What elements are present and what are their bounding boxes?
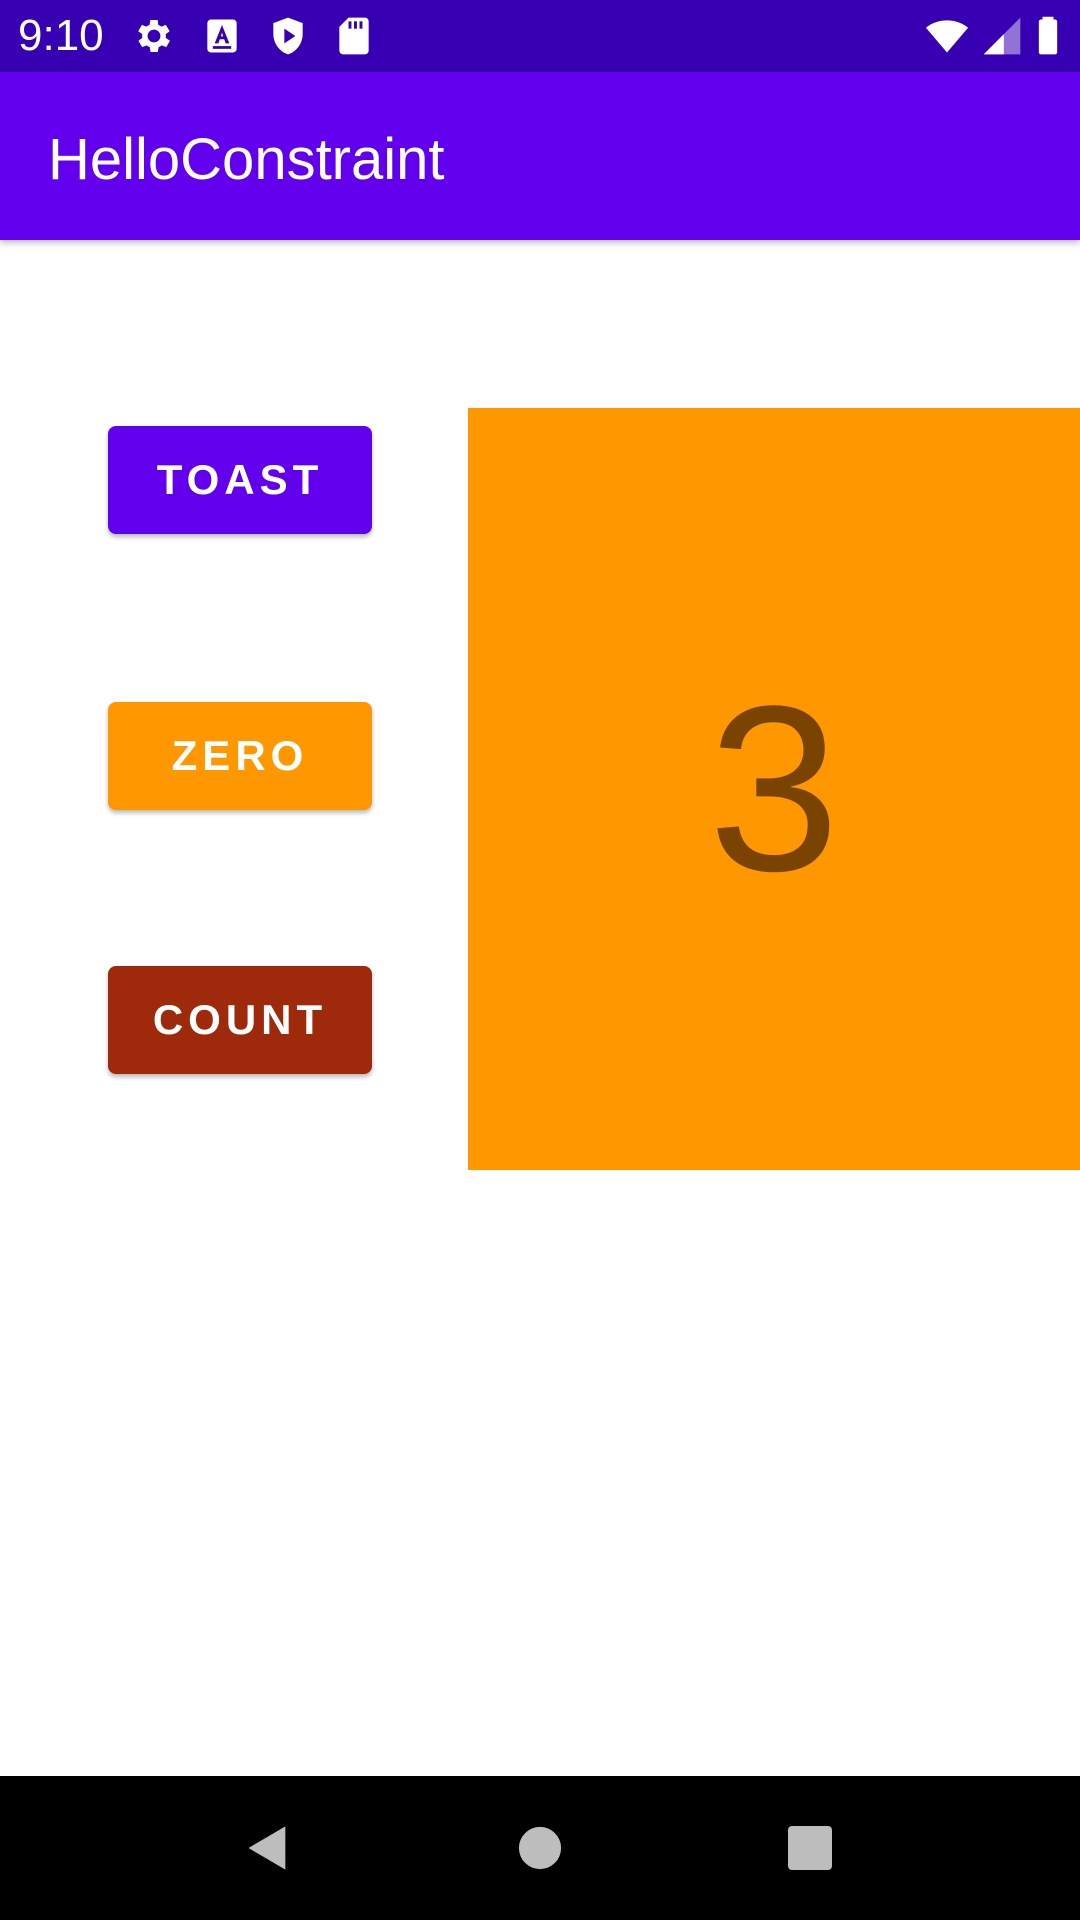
navigation-bar <box>0 1776 1080 1920</box>
count-display: 3 <box>468 408 1080 1170</box>
status-bar: 9:10 <box>0 0 1080 72</box>
count-button[interactable]: COUNT <box>108 966 372 1074</box>
battery-icon <box>1026 14 1070 58</box>
shield-play-icon <box>266 14 310 58</box>
app-bar: HelloConstraint <box>0 72 1080 240</box>
home-icon[interactable] <box>492 1800 588 1896</box>
cell-signal-icon <box>980 14 1024 58</box>
wifi-icon <box>922 14 972 58</box>
sd-card-icon <box>332 14 376 58</box>
app-title: HelloConstraint <box>48 127 445 192</box>
count-value: 3 <box>708 657 840 921</box>
toast-button[interactable]: TOAST <box>108 426 372 534</box>
status-time: 9:10 <box>18 11 104 60</box>
back-icon[interactable] <box>220 1800 316 1896</box>
zero-button[interactable]: ZERO <box>108 702 372 810</box>
recents-icon[interactable] <box>762 1800 858 1896</box>
text-format-icon <box>200 14 244 58</box>
gear-icon <box>132 14 176 58</box>
app-screen: 9:10 HelloConstraint TOAST ZERO COUNT 3 <box>0 0 1080 1920</box>
